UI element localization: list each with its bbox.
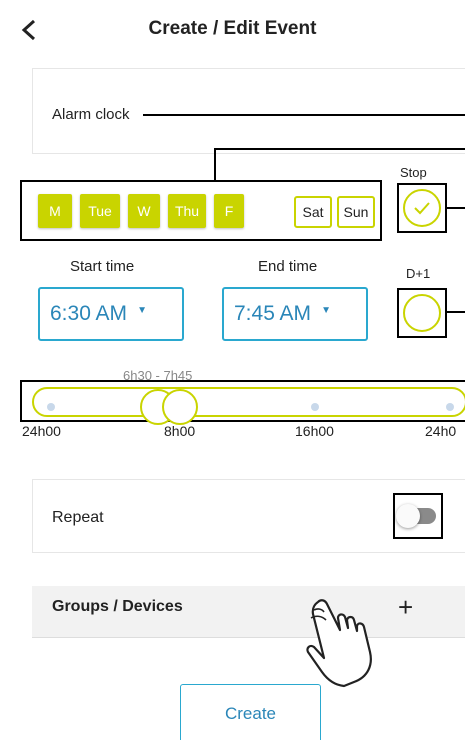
day-friday[interactable]: F	[214, 194, 244, 228]
day-monday[interactable]: M	[38, 194, 72, 228]
day-wednesday[interactable]: W	[128, 194, 160, 228]
toggle-knob	[396, 504, 420, 528]
stop-label: Stop	[400, 165, 427, 180]
start-time-value: 6:30 AM	[50, 302, 128, 325]
next-day-label: D+1	[406, 266, 431, 281]
next-day-frame	[397, 288, 447, 338]
tick-label: 8h00	[164, 423, 196, 439]
stop-frame	[397, 183, 447, 233]
annotation-line-d1	[447, 311, 465, 313]
page-title: Create / Edit Event	[148, 18, 317, 39]
start-time-select[interactable]: 6:30 AM ▼	[38, 287, 184, 341]
create-button[interactable]: Create	[180, 684, 321, 740]
repeat-toggle-frame	[393, 493, 443, 539]
day-tuesday[interactable]: Tue	[80, 194, 120, 228]
timeline-dot	[311, 403, 319, 411]
day-sunday[interactable]: Sun	[337, 196, 375, 228]
timeline-track[interactable]	[32, 387, 465, 417]
end-time-label: End time	[258, 258, 318, 275]
end-time-handle[interactable]	[162, 389, 198, 425]
tick-label: 24h0	[425, 423, 457, 439]
timeline-dot	[47, 403, 55, 411]
hand-pointer-icon	[306, 599, 372, 688]
groups-devices-label: Groups / Devices	[52, 598, 183, 615]
check-icon	[414, 202, 430, 215]
start-time-label: Start time	[70, 258, 135, 275]
timeline-dot	[446, 403, 454, 411]
annotation-line-name	[143, 114, 465, 116]
end-time-select[interactable]: 7:45 AM ▼	[222, 287, 368, 341]
annotation-line-days-h	[214, 148, 465, 150]
caret-down-icon: ▼	[321, 304, 331, 316]
caret-down-icon: ▼	[137, 304, 147, 316]
plus-icon[interactable]: +	[398, 592, 413, 623]
day-thursday[interactable]: Thu	[168, 194, 206, 228]
day-saturday[interactable]: Sat	[294, 196, 332, 228]
next-day-checkbox[interactable]	[403, 294, 441, 332]
annotation-line-stop	[447, 207, 465, 209]
tick-label: 24h00	[22, 423, 61, 439]
event-name-value: Alarm clock	[52, 106, 130, 123]
repeat-toggle[interactable]	[396, 504, 436, 528]
stop-checkbox[interactable]	[403, 189, 441, 227]
repeat-label: Repeat	[52, 509, 104, 526]
tick-label: 16h00	[295, 423, 334, 439]
annotation-line-days-v	[214, 149, 216, 181]
end-time-value: 7:45 AM	[234, 302, 312, 325]
